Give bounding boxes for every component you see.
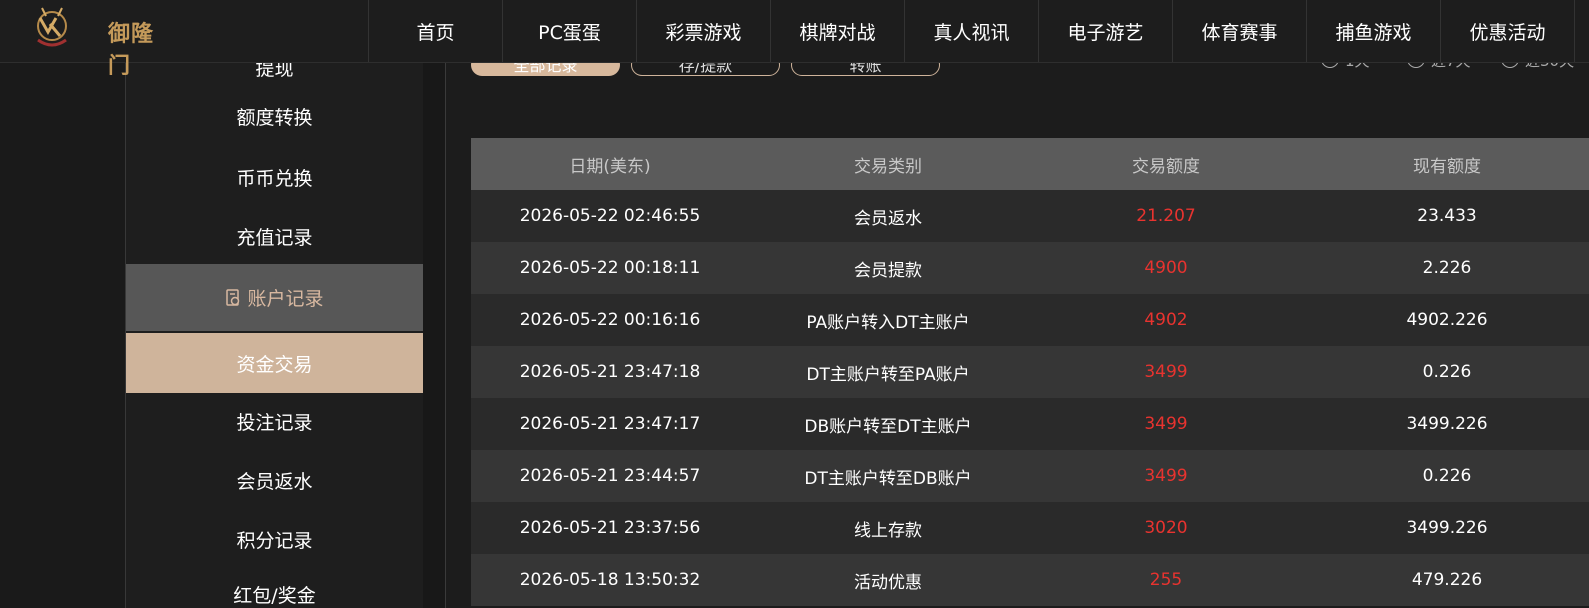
date-range-label: 1天 xyxy=(1345,62,1370,71)
sidebar-item[interactable]: 积分记录 xyxy=(126,510,423,569)
type-cell: 活动优惠 xyxy=(854,572,922,593)
column-header: 交易类别 xyxy=(854,156,922,177)
filter-pill[interactable]: 全部记录 xyxy=(471,62,620,76)
balance-cell: 23.433 xyxy=(1417,206,1477,226)
sidebar-item[interactable]: 币币兑换 xyxy=(126,148,423,207)
logo-text: 御隆门 xyxy=(108,22,155,79)
column-header: 日期(美东) xyxy=(569,156,651,177)
table-row: 2026-05-21 23:44:57 DT主账户转至DB账户 3499 0.226 xyxy=(471,450,1589,502)
top-navigation-bar: 御隆门 首页 PC蛋蛋 彩票游戏 棋牌对战 真人视讯 电子游艺 体育赛事 捕鱼游戏 优惠活动 xyxy=(0,0,1589,79)
sidebar-item-label: 资金交易 xyxy=(236,353,313,376)
type-cell: 会员返水 xyxy=(854,208,922,229)
nav-item[interactable]: 真人视讯 xyxy=(904,0,1038,62)
amount-cell: 4902 xyxy=(1144,310,1188,330)
sidebar-item[interactable]: 资金交易 xyxy=(126,333,423,393)
account-sidebar: 提现 额度转换币币兑换充值记录账户记录资金交易投注记录会员返水积分记录红包/奖金 xyxy=(125,62,424,608)
table-row: 2026-05-21 23:47:18 DT主账户转至PA账户 3499 0.226 xyxy=(471,346,1589,398)
nav-item[interactable]: 棋牌对战 xyxy=(770,0,904,62)
sidebar-item[interactable]: 额度转换 xyxy=(126,84,423,149)
sidebar-item[interactable]: 红包/奖金 xyxy=(126,569,423,608)
amount-cell: 3499 xyxy=(1144,362,1188,382)
type-cell: DT主账户转至PA账户 xyxy=(806,364,970,385)
filter-pill[interactable]: 存/提款 xyxy=(631,62,780,76)
sidebar-item-label: 会员返水 xyxy=(236,471,313,493)
sidebar-item-label: 额度转换 xyxy=(236,107,313,129)
sidebar-item-label: 提现 xyxy=(255,62,294,80)
type-cell: DB账户转至DT主账户 xyxy=(804,416,972,437)
amount-cell: 255 xyxy=(1149,570,1183,590)
date-cell: 2026-05-18 13:50:32 xyxy=(519,570,701,590)
amount-cell: 4900 xyxy=(1144,258,1188,278)
balance-cell: 2.226 xyxy=(1422,258,1472,278)
date-cell: 2026-05-22 02:46:55 xyxy=(519,206,701,226)
date-cell: 2026-05-22 00:16:16 xyxy=(519,310,701,330)
date-range-label: 近30天 xyxy=(1525,62,1574,71)
nav-item[interactable]: 彩票游戏 xyxy=(636,0,770,62)
table-row: 2026-05-22 02:46:55 会员返水 21.207 23.433 xyxy=(471,190,1589,242)
sidebar-item-label: 账户记录 xyxy=(247,288,324,310)
date-cell: 2026-05-21 23:47:18 xyxy=(519,362,701,382)
balance-cell: 0.226 xyxy=(1422,362,1472,382)
amount-cell: 3499 xyxy=(1144,466,1188,486)
date-cell: 2026-05-22 00:18:11 xyxy=(519,258,701,278)
date-cell: 2026-05-21 23:47:17 xyxy=(519,414,701,434)
balance-cell: 479.226 xyxy=(1411,570,1483,590)
date-cell: 2026-05-21 23:37:56 xyxy=(519,518,701,538)
column-header: 交易额度 xyxy=(1132,156,1200,177)
balance-cell: 4902.226 xyxy=(1406,310,1488,330)
filter-pill[interactable]: 转账 xyxy=(791,62,940,76)
logo-emblem-icon xyxy=(37,7,67,47)
sidebar-item-label: 币币兑换 xyxy=(236,168,313,190)
sidebar-item[interactable]: 投注记录 xyxy=(126,392,423,451)
nav-item[interactable]: 优惠活动 xyxy=(1440,0,1575,62)
main-nav: 首页 PC蛋蛋 彩票游戏 棋牌对战 真人视讯 电子游艺 体育赛事 捕鱼游戏 优惠活动 xyxy=(368,0,1575,62)
main-content: 全部记录存/提款转账 1天 近7天 近30天 日期(美东) 交易类别 交易额度 现有额度 2… xyxy=(446,62,1589,608)
table-row: 2026-05-21 23:47:17 DB账户转至DT主账户 3499 3499.2… xyxy=(471,398,1589,450)
table-row: 2026-05-22 00:18:11 会员提款 4900 2.226 xyxy=(471,242,1589,294)
sidebar-item[interactable]: 账户记录 xyxy=(126,264,423,331)
left-margin xyxy=(0,62,125,608)
balance-cell: 3499.226 xyxy=(1406,518,1488,538)
nav-item[interactable]: 体育赛事 xyxy=(1172,0,1306,62)
table-row: 2026-05-21 23:37:56 线上存款 3020 3499.226 xyxy=(471,502,1589,554)
sidebar-item[interactable]: 充值记录 xyxy=(126,207,423,266)
panel-divider xyxy=(423,62,446,608)
table-header: 日期(美东) 交易类别 交易额度 现有额度 xyxy=(471,138,1589,190)
record-icon xyxy=(225,288,241,307)
amount-cell: 3499 xyxy=(1144,414,1188,434)
type-cell: DT主账户转至DB账户 xyxy=(804,468,972,489)
date-cell: 2026-05-21 23:44:57 xyxy=(519,466,701,486)
sidebar-item-label: 红包/奖金 xyxy=(233,584,316,607)
table-row: 2026-05-18 13:50:32 活动优惠 255 479.226 xyxy=(471,554,1589,606)
date-range-label: 近7天 xyxy=(1431,62,1471,71)
sidebar-item-label: 投注记录 xyxy=(236,412,313,434)
sidebar-item[interactable]: 会员返水 xyxy=(126,451,423,510)
nav-item[interactable]: 电子游艺 xyxy=(1038,0,1172,62)
column-header: 现有额度 xyxy=(1413,156,1481,177)
amount-cell: 3020 xyxy=(1144,518,1188,538)
type-cell: 会员提款 xyxy=(854,260,922,281)
type-cell: PA账户转入DT主账户 xyxy=(806,312,970,333)
table-row: 2026-05-22 00:16:16 PA账户转入DT主账户 4902 4902.2… xyxy=(471,294,1589,346)
nav-item[interactable]: 首页 xyxy=(368,0,502,62)
balance-cell: 0.226 xyxy=(1422,466,1472,486)
balance-cell: 3499.226 xyxy=(1406,414,1488,434)
sidebar-item-label: 积分记录 xyxy=(236,530,313,552)
nav-item[interactable]: PC蛋蛋 xyxy=(502,0,636,62)
amount-cell: 21.207 xyxy=(1136,206,1196,226)
nav-item[interactable]: 捕鱼游戏 xyxy=(1306,0,1440,62)
sidebar-item-withdraw[interactable]: 提现 xyxy=(126,62,423,84)
brand-logo[interactable]: 御隆门 xyxy=(28,2,168,79)
transaction-table: 日期(美东) 交易类别 交易额度 现有额度 2026-05-22 02:46:55 会员… xyxy=(471,138,1589,606)
table-body: 2026-05-22 02:46:55 会员返水 21.207 23.433 2026-… xyxy=(471,190,1589,606)
sidebar-item-label: 充值记录 xyxy=(236,227,313,249)
type-cell: 线上存款 xyxy=(854,520,922,541)
